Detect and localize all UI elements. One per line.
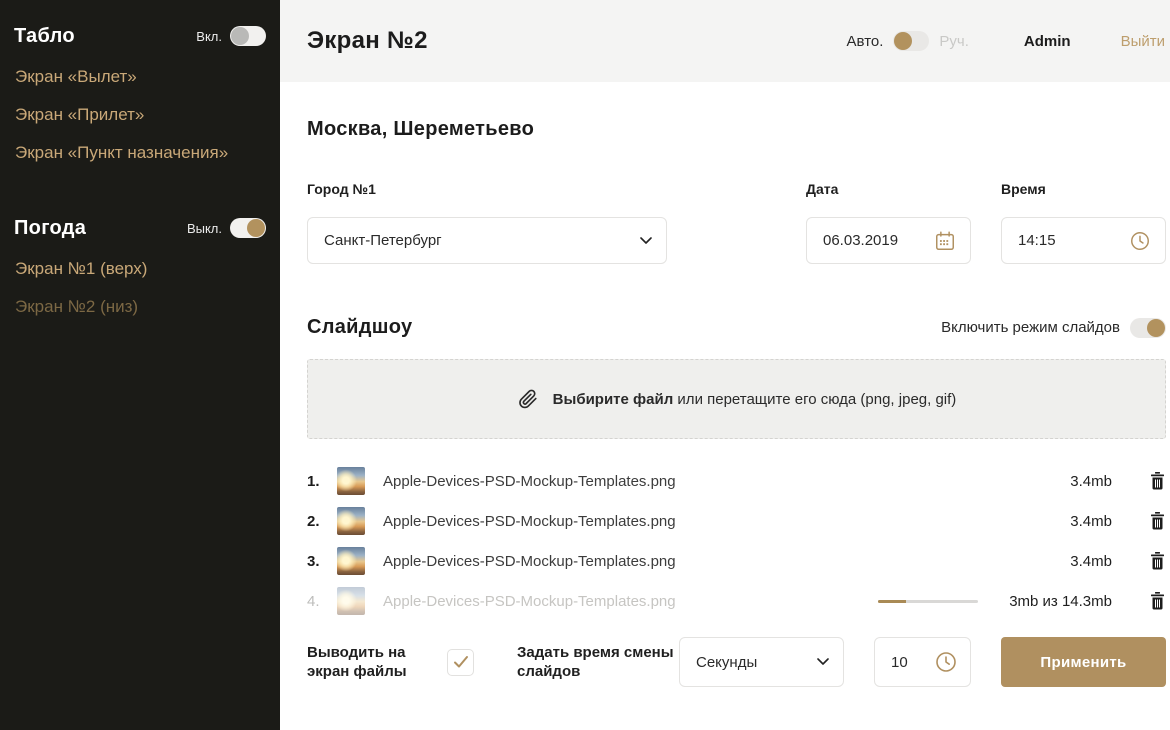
file-row-uploading: 4. Apple-Devices-PSD-Mockup-Templates.pn… (307, 581, 1166, 621)
file-row: 2. Apple-Devices-PSD-Mockup-Templates.pn… (307, 501, 1166, 541)
file-size: 3.4mb (1002, 553, 1112, 570)
date-value: 06.03.2019 (823, 232, 898, 249)
slideshow-title: Слайдшоу (307, 316, 412, 339)
delete-file-button[interactable] (1148, 511, 1166, 531)
mode-manual-label: Руч. (939, 33, 969, 50)
sidebar-section-weather: Погода Выкл. Экран №1 (верх) Экран №2 (н… (14, 212, 266, 326)
mode-toggle[interactable] (893, 31, 929, 51)
upload-progress-text: 3mb из 14.3mb (1002, 593, 1112, 610)
file-size: 3.4mb (1002, 473, 1112, 490)
tablo-toggle-label: Вкл. (196, 29, 222, 44)
calendar-icon[interactable] (934, 230, 956, 252)
delete-file-button[interactable] (1148, 471, 1166, 491)
topbar: Экран №2 Авто. Руч. Admin Выйти (280, 0, 1170, 82)
time-input[interactable]: 14:15 (1001, 217, 1166, 264)
sidebar: Табло Вкл. Экран «Вылет» Экран «Прилет» … (0, 0, 280, 730)
sidebar-section-tablo: Табло Вкл. Экран «Вылет» Экран «Прилет» … (14, 20, 266, 172)
chevron-down-icon (817, 658, 829, 666)
city-select[interactable]: Санкт-Петербург (307, 217, 667, 264)
weather-toggle-label: Выкл. (187, 221, 222, 236)
file-size: 3.4mb (1002, 513, 1112, 530)
mode-auto-label: Авто. (847, 33, 884, 50)
sidebar-item-arrival-screen[interactable]: Экран «Прилет» (15, 96, 266, 134)
interval-value: 10 (891, 654, 908, 671)
upload-hint-text: или перетащите его сюда (png, jpeg, gif) (673, 391, 956, 408)
file-list: 1. Apple-Devices-PSD-Mockup-Templates.pn… (307, 461, 1166, 621)
file-row: 3. Apple-Devices-PSD-Mockup-Templates.pn… (307, 541, 1166, 581)
interval-label: Задать время смены слайдов (517, 643, 679, 681)
sidebar-item-screen1-top[interactable]: Экран №1 (верх) (15, 250, 266, 288)
slideshow-header: Слайдшоу Включить режим слайдов (307, 316, 1166, 339)
slideshow-toggle-label: Включить режим слайдов (941, 319, 1120, 336)
sidebar-section-title-weather: Погода (14, 217, 86, 240)
file-name: Apple-Devices-PSD-Mockup-Templates.png (383, 593, 676, 610)
sidebar-item-screen2-bottom[interactable]: Экран №2 (низ) (15, 288, 266, 326)
display-files-label: Выводить на экран файлы (307, 643, 425, 681)
delete-file-button[interactable] (1148, 551, 1166, 571)
logout-link[interactable]: Выйти (1121, 33, 1165, 50)
file-name: Apple-Devices-PSD-Mockup-Templates.png (383, 553, 676, 570)
file-thumbnail (337, 547, 365, 575)
file-name: Apple-Devices-PSD-Mockup-Templates.png (383, 473, 676, 490)
clock-icon (934, 650, 958, 674)
file-number: 3. (307, 553, 329, 570)
page-title: Экран №2 (307, 27, 428, 55)
apply-button[interactable]: Применить (1001, 637, 1166, 687)
sidebar-item-departure-screen[interactable]: Экран «Вылет» (15, 58, 266, 96)
chevron-down-icon (640, 237, 652, 245)
delete-file-button[interactable] (1148, 591, 1166, 611)
city-label: Город №1 (307, 181, 667, 197)
slideshow-controls: Выводить на экран файлы Задать время сме… (307, 637, 1166, 687)
file-thumbnail (337, 467, 365, 495)
date-label: Дата (806, 181, 971, 197)
file-upload-dropzone[interactable]: Выбирите файл или перетащите его сюда (p… (307, 359, 1166, 439)
clock-icon[interactable] (1129, 230, 1151, 252)
user-name: Admin (1024, 33, 1071, 50)
sidebar-section-title-tablo: Табло (14, 25, 75, 48)
time-label: Время (1001, 181, 1166, 197)
paperclip-icon (517, 388, 539, 410)
checkmark-icon (453, 655, 469, 669)
sidebar-item-destination-screen[interactable]: Экран «Пункт назначения» (15, 134, 266, 172)
tablo-toggle[interactable] (230, 26, 266, 46)
upload-choose-file-text: Выбирите файл (553, 391, 674, 408)
file-row: 1. Apple-Devices-PSD-Mockup-Templates.pn… (307, 461, 1166, 501)
interval-unit-value: Секунды (696, 654, 757, 671)
upload-progress-bar (878, 600, 978, 603)
weather-toggle[interactable] (230, 218, 266, 238)
city-select-value: Санкт-Петербург (324, 232, 442, 249)
time-value: 14:15 (1018, 232, 1056, 249)
file-number: 1. (307, 473, 329, 490)
location-form: Город №1 Санкт-Петербург Дата 06.03.2019 (307, 181, 1166, 264)
file-name: Apple-Devices-PSD-Mockup-Templates.png (383, 513, 676, 530)
date-input[interactable]: 06.03.2019 (806, 217, 971, 264)
display-files-checkbox[interactable] (447, 649, 474, 676)
main-area: Экран №2 Авто. Руч. Admin Выйти Москва, … (280, 0, 1170, 730)
interval-value-input[interactable]: 10 (874, 637, 971, 687)
slideshow-toggle[interactable] (1130, 318, 1166, 338)
interval-unit-select[interactable]: Секунды (679, 637, 844, 687)
file-thumbnail (337, 587, 365, 615)
file-thumbnail (337, 507, 365, 535)
location-title: Москва, Шереметьево (307, 118, 1166, 141)
file-number: 4. (307, 593, 329, 610)
file-number: 2. (307, 513, 329, 530)
